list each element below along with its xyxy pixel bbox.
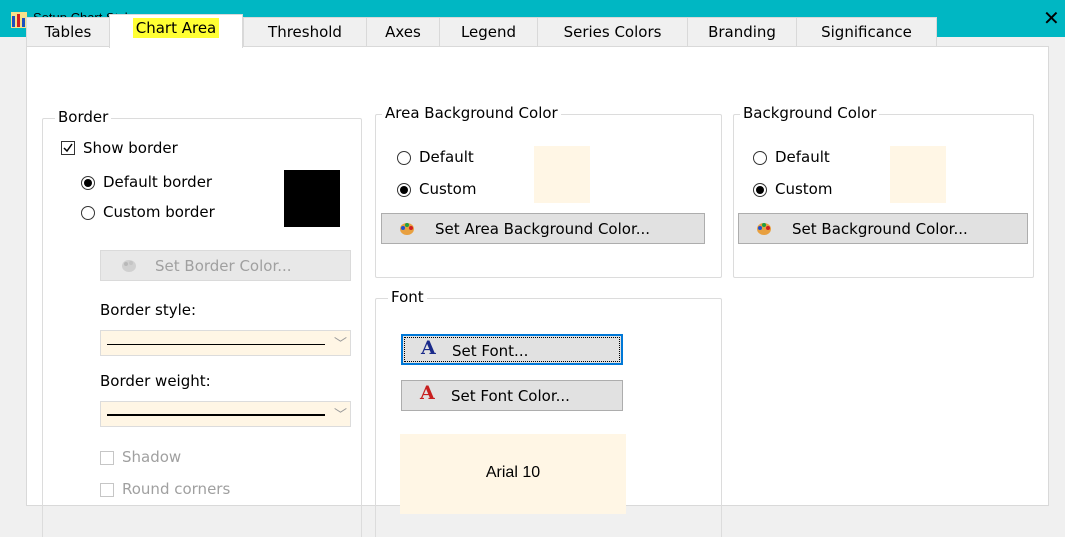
area-bg-color-swatch [534, 146, 590, 203]
font-a-icon: A [421, 337, 436, 359]
tab-legend[interactable]: Legend [439, 17, 538, 47]
border-style-dropdown[interactable]: ﹀ [100, 330, 351, 356]
tab-series-colors[interactable]: Series Colors [537, 17, 688, 47]
tab-significance[interactable]: Significance [796, 17, 937, 47]
round-corners-checkbox[interactable] [100, 483, 114, 497]
area-bg-default-label: Default [419, 148, 474, 166]
area-bg-custom-radio[interactable] [397, 183, 411, 197]
default-border-label: Default border [103, 173, 213, 191]
tab-axes[interactable]: Axes [366, 17, 440, 47]
show-border-label: Show border [83, 139, 178, 157]
set-border-color-button[interactable]: Set Border Color... [100, 250, 351, 281]
font-color-icon: A [420, 382, 435, 404]
area-bg-custom-label: Custom [419, 180, 477, 198]
bg-color-swatch [890, 146, 946, 203]
tab-label-highlight: Chart Area [132, 18, 220, 38]
bg-custom-radio[interactable] [753, 183, 767, 197]
border-color-swatch [284, 170, 340, 227]
tab-threshold[interactable]: Threshold [243, 17, 367, 47]
border-style-label: Border style: [100, 301, 197, 319]
area-bg-default-radio[interactable] [397, 151, 411, 165]
checkmark-icon [63, 143, 73, 153]
border-weight-preview [107, 414, 325, 416]
palette-icon [400, 223, 414, 235]
set-font-button[interactable]: A Set Font... [401, 334, 623, 365]
set-font-color-button[interactable]: A Set Font Color... [401, 380, 623, 411]
round-corners-label: Round corners [122, 480, 231, 498]
chevron-down-icon: ﹀ [334, 408, 348, 423]
bg-custom-label: Custom [775, 180, 833, 198]
tab-tables[interactable]: Tables [26, 17, 110, 47]
bg-default-label: Default [775, 148, 830, 166]
shadow-label: Shadow [122, 448, 182, 466]
custom-border-radio[interactable] [81, 206, 95, 220]
chart-app-icon [11, 12, 27, 28]
tab-branding[interactable]: Branding [687, 17, 797, 47]
font-group-title: Font [388, 288, 427, 306]
border-style-preview [107, 344, 325, 345]
show-border-checkbox[interactable] [61, 141, 75, 155]
area-background-group-title: Area Background Color [382, 104, 561, 122]
bg-default-radio[interactable] [753, 151, 767, 165]
font-preview-text: Arial 10 [485, 464, 541, 481]
border-weight-dropdown[interactable]: ﹀ [100, 401, 351, 427]
border-weight-label: Border weight: [100, 372, 211, 390]
background-color-group-title: Background Color [740, 104, 880, 122]
tab-chart-area[interactable]: Chart Area [109, 14, 243, 48]
font-preview: Arial 10 [400, 434, 626, 514]
close-icon[interactable]: ✕ [1043, 6, 1065, 30]
border-group-title: Border [55, 108, 112, 126]
default-border-radio[interactable] [81, 176, 95, 190]
custom-border-label: Custom border [103, 203, 215, 221]
set-area-background-color-button[interactable]: Set Area Background Color... [381, 213, 705, 244]
chevron-down-icon: ﹀ [334, 337, 348, 352]
set-background-color-button[interactable]: Set Background Color... [738, 213, 1028, 244]
palette-icon [757, 223, 771, 235]
shadow-checkbox[interactable] [100, 451, 114, 465]
palette-icon [122, 260, 136, 272]
